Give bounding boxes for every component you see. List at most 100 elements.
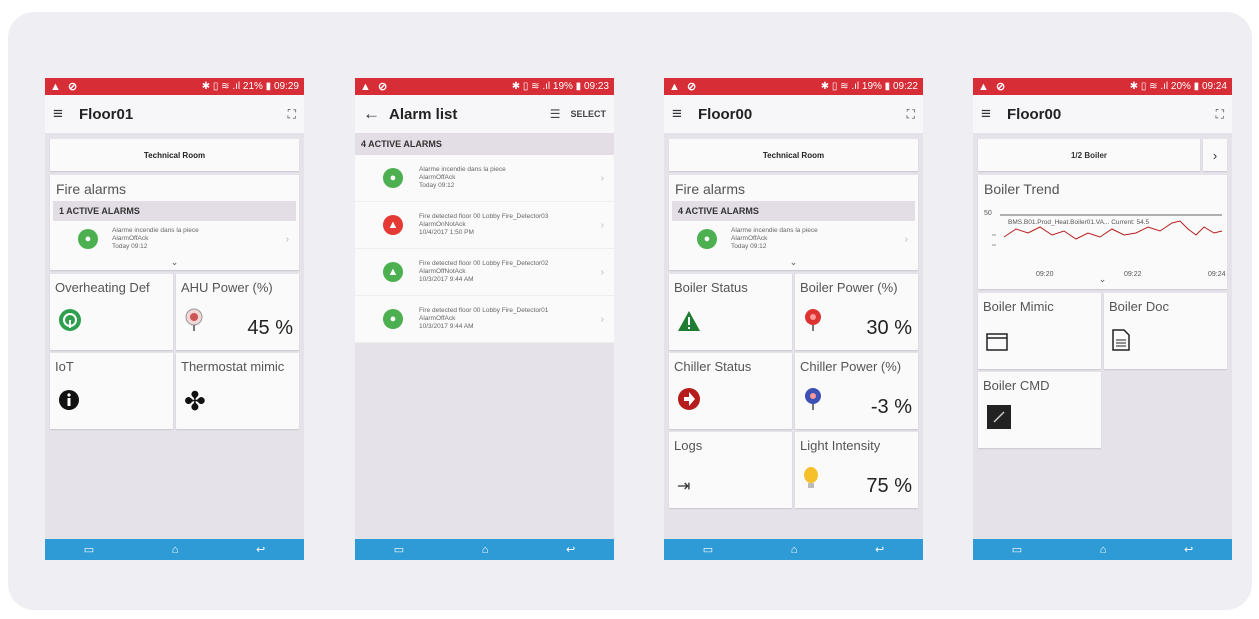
tile-title: Boiler CMD [983, 378, 1050, 393]
chevron-right-icon[interactable]: › [1203, 139, 1227, 171]
boiler-trend-widget[interactable]: Boiler Trend 50 BMS.B01.Prod_Heat.Boiler… [978, 175, 1227, 289]
alarm-time: 10/3/2017 9:44 AM [419, 276, 474, 283]
alarm-description: Fire detected floor 00 Lobby Fire_Detect… [419, 307, 549, 314]
tile-title: Boiler Mimic [983, 299, 1054, 314]
home-icon[interactable]: ⌂ [1100, 544, 1107, 556]
tile-title: Light Intensity [800, 438, 881, 453]
recent-apps-icon[interactable]: ▭ [1012, 543, 1022, 556]
tile-logs[interactable]: Logs ⇥ [669, 432, 792, 508]
alarm-state: AlarmOffAck [112, 235, 149, 242]
tile-boiler-power[interactable]: Boiler Power (%) 30 % [795, 274, 918, 350]
alarm-row[interactable]: ● Alarme incendie dans la piece AlarmOff… [669, 221, 918, 257]
tile-title: Boiler Status [674, 280, 748, 295]
chevron-down-icon[interactable]: ⌄ [50, 257, 299, 270]
menu-icon[interactable]: ≡ [53, 104, 79, 124]
chevron-right-icon: › [285, 233, 289, 245]
recent-apps-icon[interactable]: ▭ [394, 543, 404, 556]
alarm-time: 10/4/2017 1:50 PM [419, 229, 474, 236]
fire-alarm-icon: ▲ [383, 215, 403, 235]
tile-thermostat-mimic[interactable]: Thermostat mimic ✤ [176, 353, 299, 429]
page-title: Alarm list [389, 105, 458, 123]
back-arrow-icon[interactable]: ← [363, 104, 389, 124]
tile-boiler-mimic[interactable]: Boiler Mimic [978, 293, 1101, 369]
chiller-icon [677, 387, 701, 417]
tile-overheating-def[interactable]: Overheating Def [50, 274, 173, 350]
status-left-icons: ▲ ⊘ [978, 81, 1008, 93]
fullscreen-icon[interactable]: ⛶ [1216, 107, 1224, 122]
tile-boiler-cmd[interactable]: Boiler CMD [978, 372, 1101, 448]
back-icon[interactable]: ↩ [566, 543, 575, 556]
back-icon[interactable]: ↩ [1184, 543, 1193, 556]
app-bar: ≡ Floor00 ⛶ [973, 95, 1232, 133]
recent-apps-icon[interactable]: ▭ [703, 543, 713, 556]
alarm-description: Alarme incendie dans la piece [419, 166, 506, 173]
alarm-row[interactable]: ▲ Fire detected floor 00 Lobby Fire_Dete… [355, 249, 614, 296]
tile-title: Chiller Status [674, 359, 752, 374]
chevron-down-icon[interactable]: ⌄ [978, 274, 1227, 287]
alarm-state: AlarmOffAck [419, 315, 456, 322]
fan-icon: ✤ [184, 386, 206, 416]
fullscreen-icon[interactable]: ⛶ [907, 107, 915, 122]
tile-title: Thermostat mimic [181, 359, 285, 374]
menu-icon[interactable]: ≡ [981, 104, 1007, 124]
status-right-icons: ✱ ▯ ≋ .ıl 21% ▮ 09:29 [201, 81, 299, 92]
chevron-right-icon: › [600, 172, 604, 184]
chevron-right-icon: › [600, 219, 604, 231]
select-button[interactable]: SELECT [570, 109, 606, 119]
recent-apps-icon[interactable]: ▭ [84, 543, 94, 556]
technical-room-button[interactable]: Technical Room [669, 139, 918, 171]
tile-chiller-power[interactable]: Chiller Power (%) -3 % [795, 353, 918, 429]
back-icon[interactable]: ↩ [875, 543, 884, 556]
gauge-icon [58, 308, 82, 338]
tile-light-intensity[interactable]: Light Intensity 75 % [795, 432, 918, 508]
tile-boiler-doc[interactable]: Boiler Doc [1104, 293, 1227, 369]
home-icon[interactable]: ⌂ [172, 544, 179, 556]
tile-value: 75 % [866, 475, 912, 497]
menu-icon[interactable]: ≡ [672, 104, 698, 124]
status-left-icons: ▲ ⊘ [50, 81, 80, 93]
tile-chiller-status[interactable]: Chiller Status [669, 353, 792, 429]
status-bar: ▲ ⊘ ✱ ▯ ≋ .ıl 20% ▮ 09:24 [973, 78, 1232, 95]
fullscreen-icon[interactable]: ⛶ [288, 107, 296, 122]
alarm-row[interactable]: ▲ Fire detected floor 00 Lobby Fire_Dete… [355, 202, 614, 249]
app-bar: ≡ Floor00 ⛶ [664, 95, 923, 133]
alarm-time: Today 09:12 [419, 182, 455, 189]
boiler-page-button[interactable]: 1/2 Boiler [978, 139, 1200, 171]
phone-screen-boiler: ▲ ⊘ ✱ ▯ ≋ .ıl 20% ▮ 09:24 ≡ Floor00 ⛶ 1/… [973, 78, 1232, 560]
page-title: Floor00 [698, 105, 753, 123]
back-icon[interactable]: ↩ [256, 543, 265, 556]
user-alarm-icon: ● [697, 229, 717, 249]
page-title: Floor01 [79, 105, 134, 123]
trend-line-chart [992, 214, 1223, 246]
tile-boiler-status[interactable]: Boiler Status [669, 274, 792, 350]
nav-bar: ▭ ⌂ ↩ [355, 539, 614, 560]
bulb-icon [803, 466, 819, 496]
tile-ahu-power[interactable]: AHU Power (%) 45 % [176, 274, 299, 350]
phone-screen-alarm-list: ▲ ⊘ ✱ ▯ ≋ .ıl 19% ▮ 09:23 ← Alarm list ☰… [355, 78, 614, 560]
home-icon[interactable]: ⌂ [791, 544, 798, 556]
alarm-state: AlarmOffAck [419, 174, 456, 181]
alarm-description: Fire detected floor 00 Lobby Fire_Detect… [419, 260, 549, 267]
filter-icon[interactable]: ☰ [550, 107, 561, 121]
active-alarms-count: 4 ACTIVE ALARMS [355, 133, 614, 155]
tile-value: -3 % [870, 396, 912, 418]
fire-alarms-heading: Fire alarms [56, 181, 127, 197]
fire-alarms-widget: Fire alarms 4 ACTIVE ALARMS ● Alarme inc… [669, 175, 918, 270]
chevron-down-icon[interactable]: ⌄ [669, 257, 918, 270]
alarm-row[interactable]: ● Fire detected floor 00 Lobby Fire_Dete… [355, 296, 614, 343]
meter-icon [184, 308, 204, 338]
alarm-state: AlarmOffAck [731, 235, 768, 242]
active-alarms-count: 4 ACTIVE ALARMS [672, 201, 915, 221]
trend-heading: Boiler Trend [984, 181, 1060, 197]
tile-iot[interactable]: IoT [50, 353, 173, 429]
status-bar: ▲ ⊘ ✱ ▯ ≋ .ıl 19% ▮ 09:23 [355, 78, 614, 95]
tile-title: Boiler Power (%) [800, 280, 898, 295]
alarm-row[interactable]: ● Alarme incendie dans la piece AlarmOff… [50, 221, 299, 257]
active-alarms-count: 1 ACTIVE ALARMS [53, 201, 296, 221]
nav-bar: ▭ ⌂ ↩ [664, 539, 923, 560]
meter-icon [803, 387, 823, 417]
user-alarm-icon: ● [383, 168, 403, 188]
technical-room-button[interactable]: Technical Room [50, 139, 299, 171]
alarm-row[interactable]: ● Alarme incendie dans la piece AlarmOffA… [355, 155, 614, 202]
home-icon[interactable]: ⌂ [482, 544, 489, 556]
